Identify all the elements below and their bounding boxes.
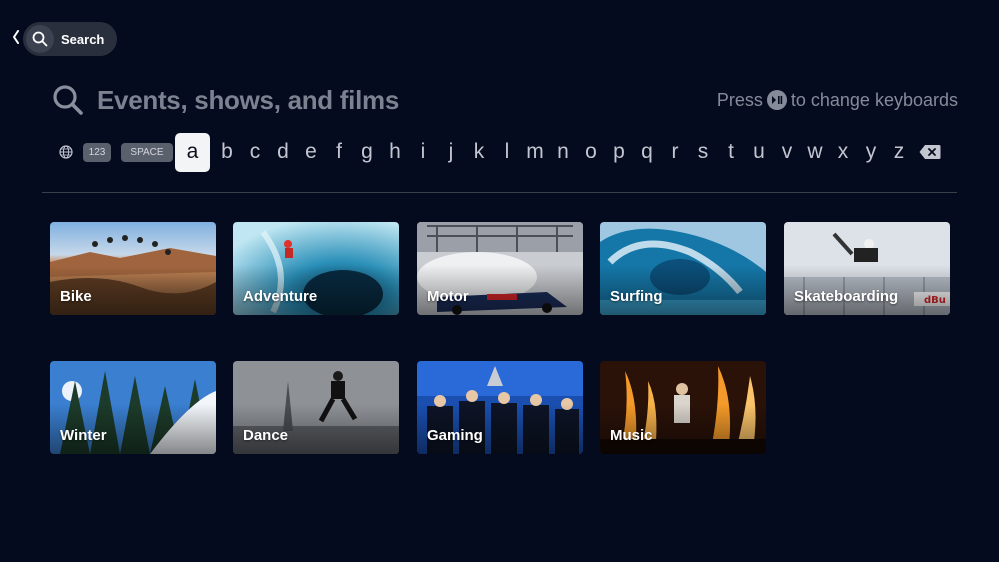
key-d[interactable]: d [269, 133, 297, 171]
tile-label: Bike [60, 288, 92, 305]
search-screen: Search Events, shows, and films Press to… [0, 0, 999, 562]
backspace-icon[interactable] [919, 142, 941, 162]
key-l[interactable]: l [493, 133, 521, 171]
search-nav-button[interactable]: Search [23, 22, 117, 56]
tile-label: Motor [427, 288, 469, 305]
tile-label: Music [610, 427, 653, 444]
key-p[interactable]: p [605, 133, 633, 171]
key-m[interactable]: m [521, 133, 549, 171]
onscreen-keyboard: 123 SPACE abcdefghijklmnopqrstuvwxyz [56, 132, 946, 172]
tile-label: Surfing [610, 288, 663, 305]
category-tile-bike[interactable]: Bike [50, 222, 216, 315]
tile-label: Dance [243, 427, 289, 444]
key-r[interactable]: r [661, 133, 689, 171]
key-a[interactable]: a [175, 132, 210, 172]
key-i[interactable]: i [409, 133, 437, 171]
space-key[interactable]: SPACE [121, 142, 173, 162]
key-y[interactable]: y [857, 133, 885, 171]
letter-keys: abcdefghijklmnopqrstuvwxyz [175, 132, 913, 172]
divider [42, 192, 957, 193]
keyboard-switch-hint: Press to change keyboards [717, 90, 958, 111]
tile-label: Skateboarding [794, 288, 899, 305]
key-z[interactable]: z [885, 133, 913, 171]
search-nav-label: Search [61, 31, 105, 47]
hint-prefix: Press [716, 89, 763, 110]
category-tile-surfing[interactable]: Surfing [600, 222, 766, 315]
key-n[interactable]: n [549, 133, 577, 171]
search-input[interactable]: Events, shows, and films [97, 85, 399, 116]
category-tile-dance[interactable]: Dance [233, 361, 399, 454]
category-tile-skateboarding[interactable]: dBu Skateboarding [784, 222, 950, 315]
key-v[interactable]: v [773, 133, 801, 171]
search-field-icon [53, 85, 83, 115]
category-tile-music[interactable]: Music [600, 361, 766, 454]
key-o[interactable]: o [577, 133, 605, 171]
numbers-key[interactable]: 123 [83, 142, 111, 162]
play-pause-icon [766, 90, 787, 110]
key-w[interactable]: w [801, 133, 829, 171]
tile-label: Adventure [243, 288, 318, 305]
search-query-row: Events, shows, and films Press to change… [52, 82, 958, 118]
tile-label: Winter [60, 427, 107, 444]
key-h[interactable]: h [381, 133, 409, 171]
key-t[interactable]: t [717, 133, 745, 171]
key-k[interactable]: k [465, 133, 493, 171]
search-icon [26, 25, 54, 53]
category-tile-winter[interactable]: Winter [50, 361, 216, 454]
key-j[interactable]: j [437, 133, 465, 171]
key-g[interactable]: g [353, 133, 381, 171]
category-tile-motor[interactable]: Motor [417, 222, 583, 315]
key-c[interactable]: c [241, 133, 269, 171]
category-tile-gaming[interactable]: Gaming [417, 361, 583, 454]
category-tile-adventure[interactable]: Adventure [233, 222, 399, 315]
key-e[interactable]: e [297, 133, 325, 171]
hint-suffix: to change keyboards [790, 89, 958, 110]
key-f[interactable]: f [325, 133, 353, 171]
back-chevron-icon[interactable] [13, 30, 19, 44]
key-x[interactable]: x [829, 133, 857, 171]
globe-icon[interactable] [56, 142, 76, 162]
tile-label: Gaming [427, 427, 483, 444]
key-s[interactable]: s [689, 133, 717, 171]
key-b[interactable]: b [213, 133, 241, 171]
key-q[interactable]: q [633, 133, 661, 171]
key-u[interactable]: u [745, 133, 773, 171]
